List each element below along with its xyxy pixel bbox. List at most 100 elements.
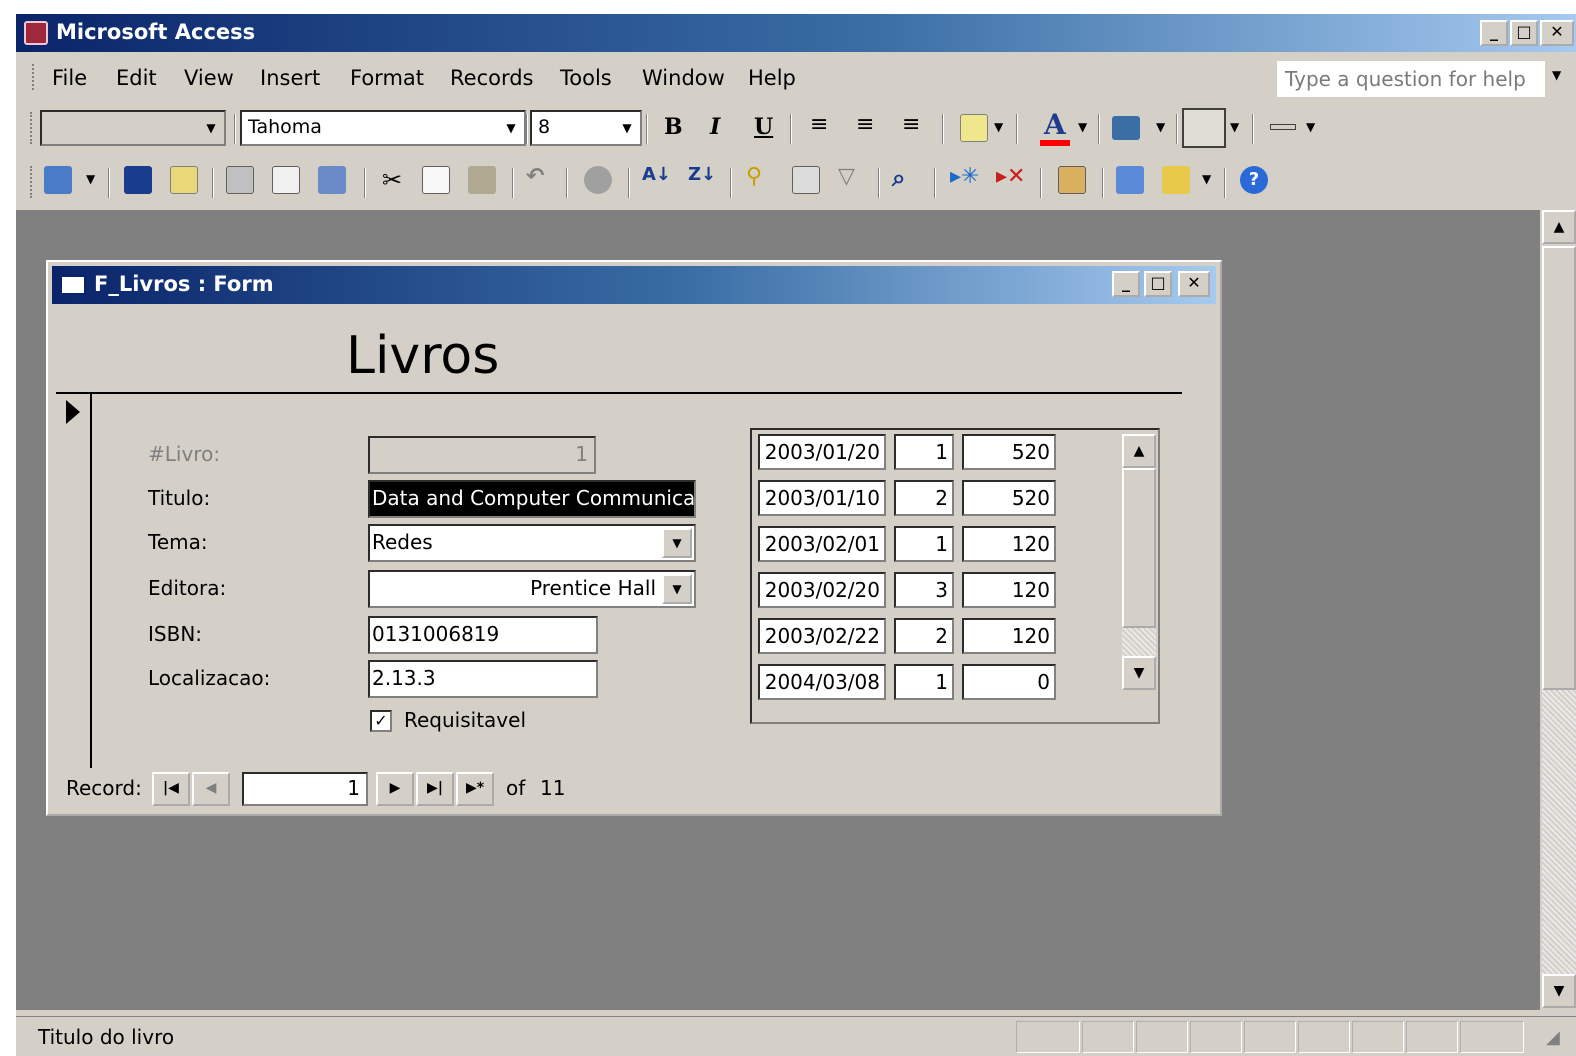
- chevron-down-icon[interactable]: ▼: [1202, 172, 1211, 186]
- chevron-down-icon[interactable]: ▼: [662, 574, 692, 604]
- value-cell[interactable]: 120: [962, 572, 1056, 608]
- print-icon[interactable]: [226, 166, 254, 194]
- new-record-button[interactable]: ▶*: [456, 772, 494, 806]
- quantity-cell[interactable]: 3: [894, 572, 954, 608]
- close-button[interactable]: ✕: [1540, 20, 1574, 46]
- resize-grip-icon[interactable]: ◢: [1546, 1027, 1560, 1048]
- scroll-down-button[interactable]: ▼: [1542, 974, 1576, 1008]
- menu-tools[interactable]: Tools: [560, 66, 612, 90]
- subform-scrollbar[interactable]: ▲ ▼: [1122, 434, 1156, 690]
- livro-id-field[interactable]: 1: [368, 436, 596, 474]
- help-question-input[interactable]: Type a question for help: [1276, 60, 1546, 98]
- underline-button[interactable]: U: [754, 114, 773, 140]
- filter-by-form-icon[interactable]: [792, 166, 820, 194]
- subform-scroll-track[interactable]: [1122, 628, 1156, 656]
- chevron-down-icon[interactable]: ▼: [1230, 120, 1239, 134]
- tema-combo[interactable]: Redes ▼: [368, 524, 696, 562]
- spelling-icon[interactable]: [318, 166, 346, 194]
- date-cell[interactable]: 2003/01/10: [758, 480, 886, 516]
- next-record-button[interactable]: ▶: [376, 772, 414, 806]
- save-icon[interactable]: [124, 166, 152, 194]
- subform-scroll-up-button[interactable]: ▲: [1122, 434, 1156, 468]
- cut-icon[interactable]: ✂: [382, 166, 402, 194]
- sort-descending-icon[interactable]: Z↓: [688, 164, 716, 185]
- align-center-icon[interactable]: ≡: [856, 112, 874, 137]
- design-view-icon[interactable]: [44, 166, 72, 194]
- align-right-icon[interactable]: ≡: [902, 112, 920, 137]
- menubar-grip[interactable]: [32, 64, 36, 90]
- last-record-button[interactable]: ▶|: [416, 772, 454, 806]
- chevron-down-icon[interactable]: ▼: [662, 528, 692, 558]
- new-object-icon[interactable]: [1162, 166, 1190, 194]
- current-record-field[interactable]: 1: [242, 772, 368, 806]
- insert-hyperlink-icon[interactable]: [584, 166, 612, 194]
- properties-icon[interactable]: [1058, 166, 1086, 194]
- undo-icon[interactable]: ↶: [526, 164, 544, 189]
- value-cell[interactable]: 520: [962, 434, 1056, 470]
- previous-record-button[interactable]: ◀: [192, 772, 230, 806]
- quantity-cell[interactable]: 2: [894, 618, 954, 654]
- menu-help[interactable]: Help: [748, 66, 796, 90]
- line-width-icon[interactable]: [1270, 124, 1296, 130]
- scroll-up-button[interactable]: ▲: [1542, 210, 1576, 244]
- align-left-icon[interactable]: ≡: [810, 112, 828, 137]
- date-cell[interactable]: 2003/01/20: [758, 434, 886, 470]
- copy-icon[interactable]: [422, 166, 450, 194]
- quantity-cell[interactable]: 1: [894, 434, 954, 470]
- requisitavel-checkbox[interactable]: ✓: [370, 710, 392, 732]
- chevron-down-icon[interactable]: ▼: [86, 172, 95, 186]
- toolbar-grip[interactable]: [30, 166, 34, 198]
- subform-scroll-down-button[interactable]: ▼: [1122, 656, 1156, 690]
- menu-window[interactable]: Window: [642, 66, 725, 90]
- record-selector[interactable]: [56, 394, 92, 768]
- date-cell[interactable]: 2003/02/01: [758, 526, 886, 562]
- titulo-field[interactable]: Data and Computer Communications: [368, 480, 696, 518]
- date-cell[interactable]: 2004/03/08: [758, 664, 886, 700]
- localizacao-field[interactable]: 2.13.3: [368, 660, 598, 698]
- database-window-icon[interactable]: [1116, 166, 1144, 194]
- chevron-down-icon[interactable]: ▼: [1078, 120, 1087, 134]
- menu-format[interactable]: Format: [350, 66, 424, 90]
- value-cell[interactable]: 0: [962, 664, 1056, 700]
- menu-insert[interactable]: Insert: [260, 66, 320, 90]
- apply-filter-icon[interactable]: ▽: [838, 164, 855, 189]
- scroll-thumb[interactable]: [1542, 246, 1576, 690]
- minimize-button[interactable]: _: [1480, 20, 1508, 46]
- workspace-vertical-scrollbar[interactable]: ▲ ▼: [1540, 210, 1576, 1010]
- first-record-button[interactable]: |◀: [152, 772, 190, 806]
- form-maximize-button[interactable]: □: [1144, 271, 1172, 297]
- quantity-cell[interactable]: 1: [894, 526, 954, 562]
- value-cell[interactable]: 120: [962, 618, 1056, 654]
- border-style-icon[interactable]: [1182, 108, 1226, 148]
- delete-record-icon[interactable]: ▸✕: [996, 164, 1025, 189]
- bold-button[interactable]: B: [664, 114, 683, 140]
- value-cell[interactable]: 120: [962, 526, 1056, 562]
- date-cell[interactable]: 2003/02/22: [758, 618, 886, 654]
- menu-view[interactable]: View: [184, 66, 234, 90]
- toolbar-grip[interactable]: [30, 112, 34, 144]
- menu-edit[interactable]: Edit: [116, 66, 157, 90]
- date-cell[interactable]: 2003/02/20: [758, 572, 886, 608]
- line-color-icon[interactable]: [1112, 116, 1140, 140]
- form-title-bar[interactable]: F_Livros : Form _ □ ✕: [52, 266, 1216, 304]
- scroll-track[interactable]: [1542, 690, 1576, 974]
- filter-by-selection-icon[interactable]: ⚲: [746, 164, 762, 189]
- paste-icon[interactable]: [468, 166, 496, 194]
- value-cell[interactable]: 520: [962, 480, 1056, 516]
- fill-color-icon[interactable]: [960, 114, 988, 142]
- font-size-combo[interactable]: 8 ▼: [530, 110, 642, 146]
- subform-scroll-thumb[interactable]: [1122, 468, 1156, 628]
- help-icon[interactable]: ?: [1240, 166, 1268, 194]
- app-title-bar[interactable]: Microsoft Access _ □ ✕: [16, 14, 1576, 52]
- quantity-cell[interactable]: 1: [894, 664, 954, 700]
- form-minimize-button[interactable]: _: [1112, 271, 1140, 297]
- font-color-icon[interactable]: A: [1044, 108, 1066, 141]
- quantity-cell[interactable]: 2: [894, 480, 954, 516]
- print-preview-icon[interactable]: [272, 166, 300, 194]
- isbn-field[interactable]: 0131006819: [368, 616, 598, 654]
- font-name-combo[interactable]: Tahoma ▼: [240, 110, 526, 146]
- sort-ascending-icon[interactable]: A↓: [642, 164, 671, 185]
- object-combo[interactable]: ▼: [40, 110, 226, 146]
- chevron-down-icon[interactable]: ▼: [994, 120, 1003, 134]
- search-file-icon[interactable]: [170, 166, 198, 194]
